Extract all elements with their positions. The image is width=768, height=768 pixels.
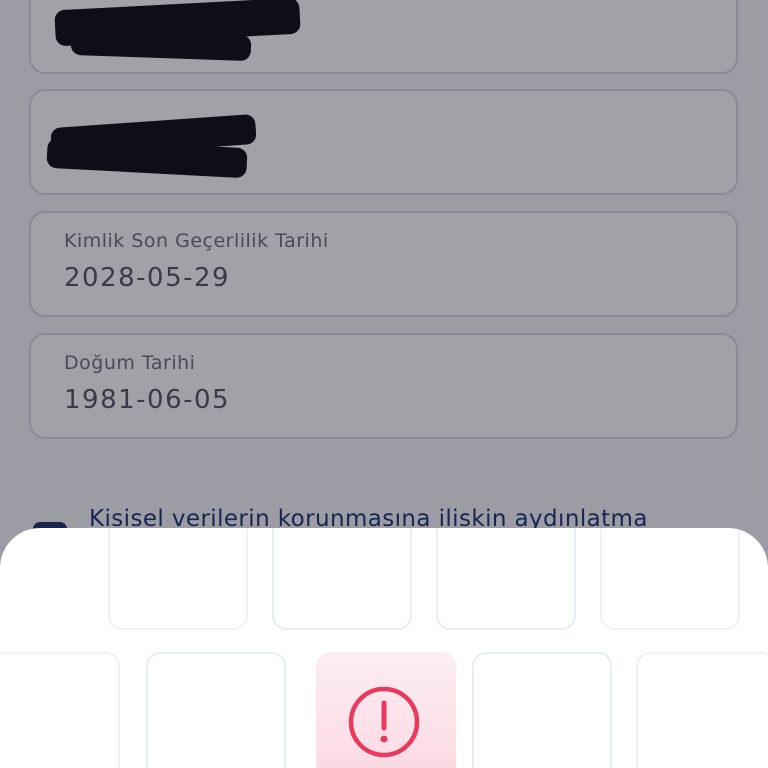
decor-tile bbox=[600, 528, 740, 630]
bottom-sheet bbox=[0, 528, 768, 768]
decor-tile bbox=[108, 528, 248, 630]
decor-tile bbox=[636, 652, 768, 768]
alert-circle-icon bbox=[348, 686, 420, 758]
decor-tile bbox=[472, 652, 612, 768]
decor-tile bbox=[0, 652, 120, 768]
decor-tile bbox=[146, 652, 286, 768]
decor-tile bbox=[272, 528, 412, 630]
decor-tile bbox=[436, 528, 576, 630]
